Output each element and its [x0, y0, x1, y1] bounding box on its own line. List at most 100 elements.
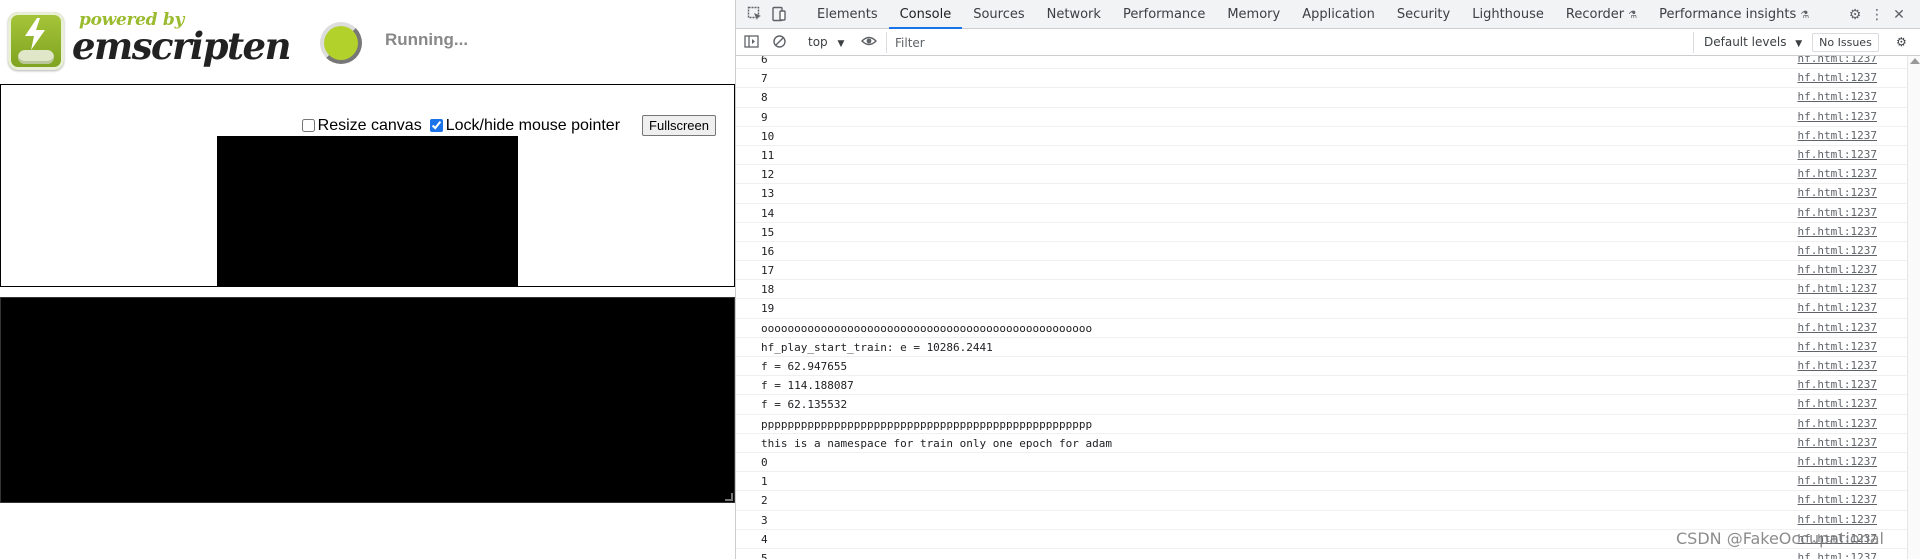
console-message: 8 hf.html:1237 — [736, 88, 1907, 108]
console-message-text: 15 — [761, 225, 775, 239]
experimental-flask-icon: ⚗ — [1800, 10, 1810, 21]
console-source-link[interactable]: hf.html:1237 — [1798, 167, 1877, 180]
resize-canvas-checkbox[interactable] — [301, 119, 315, 132]
close-devtools-icon[interactable]: ✕ — [1890, 6, 1908, 24]
console-scrollbar[interactable] — [1907, 56, 1920, 559]
lightning-badge-icon — [8, 12, 64, 70]
console-message-text: f = 114.188087 — [761, 379, 854, 393]
console-source-link[interactable]: hf.html:1237 — [1798, 455, 1877, 468]
tab-network[interactable]: Network — [1036, 0, 1112, 29]
log-levels-dropdown[interactable]: Default levels ▼ — [1704, 34, 1802, 51]
console-message: 14 hf.html:1237 — [736, 204, 1907, 223]
tab-memory[interactable]: Memory — [1216, 0, 1291, 29]
console-source-link[interactable]: hf.html:1237 — [1798, 225, 1877, 238]
console-message: 17 hf.html:1237 — [736, 261, 1907, 281]
loading-spinner-icon — [320, 22, 362, 64]
console-message-text: 17 — [761, 264, 775, 278]
console-message-text: oooooooooooooooooooooooooooooooooooooooo… — [761, 321, 1093, 335]
devtools-tabs: Elements Console Sources Network Performance… — [806, 0, 1820, 29]
console-source-link[interactable]: hf.html:1237 — [1798, 474, 1877, 487]
console-source-link[interactable]: hf.html:1237 — [1798, 513, 1877, 526]
canvas-controls: Resize canvas Lock/hide mouse pointer Fu… — [301, 115, 716, 136]
console-source-link[interactable]: hf.html:1237 — [1798, 186, 1877, 199]
tab-security[interactable]: Security — [1386, 0, 1461, 29]
console-message: 9 hf.html:1237 — [736, 108, 1907, 127]
live-expression-eye-icon[interactable] — [861, 34, 877, 51]
tab-performance[interactable]: Performance — [1112, 0, 1216, 29]
console-source-link[interactable]: hf.html:1237 — [1798, 90, 1877, 103]
console-filter-input[interactable] — [886, 32, 1694, 53]
resize-canvas-option[interactable]: Resize canvas — [301, 117, 422, 135]
clear-console-icon[interactable] — [772, 34, 787, 51]
settings-gear-icon[interactable]: ⚙ — [1846, 6, 1864, 24]
console-source-link[interactable]: hf.html:1237 — [1798, 71, 1877, 84]
console-source-link[interactable]: hf.html:1237 — [1798, 148, 1877, 161]
emscripten-page: powered by emscripten Running... Resize … — [0, 0, 735, 559]
lock-pointer-checkbox[interactable] — [429, 119, 443, 132]
tab-sources[interactable]: Sources — [962, 0, 1035, 29]
console-message: f = 62.135532 hf.html:1237 — [736, 395, 1907, 415]
console-source-link[interactable]: hf.html:1237 — [1798, 378, 1877, 391]
tab-performance-insights[interactable]: Performance insights ⚗ — [1648, 0, 1820, 29]
console-message-text: 7 — [761, 72, 768, 86]
console-source-link[interactable]: hf.html:1237 — [1798, 397, 1877, 410]
tab-label: Performance insights — [1659, 7, 1797, 22]
console-message: 5 hf.html:1237 — [736, 549, 1907, 559]
device-toolbar-icon[interactable] — [770, 6, 788, 24]
console-message-text: 0 — [761, 455, 768, 469]
console-message: 18 hf.html:1237 — [736, 280, 1907, 300]
fullscreen-button[interactable]: Fullscreen — [642, 115, 716, 136]
console-message-text: f = 62.135532 — [761, 398, 848, 412]
emscripten-logo[interactable]: powered by emscripten — [8, 8, 292, 72]
console-message-text: 8 — [761, 91, 768, 105]
console-source-link[interactable]: hf.html:1237 — [1798, 301, 1877, 314]
console-messages: 6 hf.html:1237 7 hf.html:1237 8 hf.html:1237 9… — [736, 56, 1907, 559]
console-settings-gear-icon[interactable]: ⚙ — [1896, 34, 1907, 51]
console-source-link[interactable]: hf.html:1237 — [1798, 263, 1877, 276]
watermark: CSDN @FakeOccupational — [1676, 529, 1884, 548]
scroll-up-arrow-icon[interactable] — [1910, 58, 1920, 64]
game-canvas[interactable] — [217, 136, 518, 286]
more-options-icon[interactable]: ⋮ — [1868, 6, 1886, 24]
tab-label: Sources — [973, 7, 1025, 22]
console-message-text: 14 — [761, 206, 775, 220]
tab-label: Recorder — [1565, 7, 1625, 22]
console-source-link[interactable]: hf.html:1237 — [1798, 321, 1877, 334]
tab-console[interactable]: Console — [888, 0, 963, 29]
console-source-link[interactable]: hf.html:1237 — [1798, 436, 1877, 449]
tab-lighthouse[interactable]: Lighthouse — [1461, 0, 1555, 29]
console-source-link[interactable]: hf.html:1237 — [1798, 206, 1877, 219]
console-source-link[interactable]: hf.html:1237 — [1798, 551, 1877, 559]
console-source-link[interactable]: hf.html:1237 — [1798, 56, 1877, 65]
experimental-flask-icon: ⚗ — [1628, 10, 1638, 21]
status-text: Running... — [385, 30, 469, 49]
show-sidebar-icon[interactable] — [744, 34, 759, 51]
console-source-link[interactable]: hf.html:1237 — [1798, 417, 1877, 430]
console-source-link[interactable]: hf.html:1237 — [1798, 129, 1877, 142]
issues-button[interactable]: No Issues — [1812, 33, 1879, 52]
console-source-link[interactable]: hf.html:1237 — [1798, 110, 1877, 123]
console-source-link[interactable]: hf.html:1237 — [1798, 244, 1877, 257]
console-source-link[interactable]: hf.html:1237 — [1798, 282, 1877, 295]
inspect-element-icon[interactable] — [746, 6, 764, 24]
context-selector[interactable]: top ▼ — [808, 34, 844, 51]
tab-label: Network — [1046, 7, 1101, 22]
console-message: f = 114.188087 hf.html:1237 — [736, 376, 1907, 396]
console-message-text: 16 — [761, 244, 775, 258]
console-message: 0 hf.html:1237 — [736, 453, 1907, 473]
tab-elements[interactable]: Elements — [806, 0, 889, 29]
console-source-link[interactable]: hf.html:1237 — [1798, 340, 1877, 353]
tab-application[interactable]: Application — [1291, 0, 1386, 29]
console-message: this is a namespace for train only one e… — [736, 434, 1907, 453]
lock-pointer-option[interactable]: Lock/hide mouse pointer — [429, 117, 620, 135]
tab-recorder[interactable]: Recorder ⚗ — [1555, 0, 1648, 29]
console-message: 11 hf.html:1237 — [736, 146, 1907, 166]
console-message-text: 9 — [761, 110, 768, 124]
caret-down-icon: ▼ — [837, 39, 845, 49]
screen: powered by emscripten Running... Resize … — [0, 0, 1920, 559]
console-message: f = 62.947655 hf.html:1237 — [736, 357, 1907, 377]
console-source-link[interactable]: hf.html:1237 — [1798, 359, 1877, 372]
output-textarea[interactable] — [0, 297, 735, 503]
console-source-link[interactable]: hf.html:1237 — [1798, 493, 1877, 506]
resize-grip-icon[interactable] — [725, 493, 733, 501]
